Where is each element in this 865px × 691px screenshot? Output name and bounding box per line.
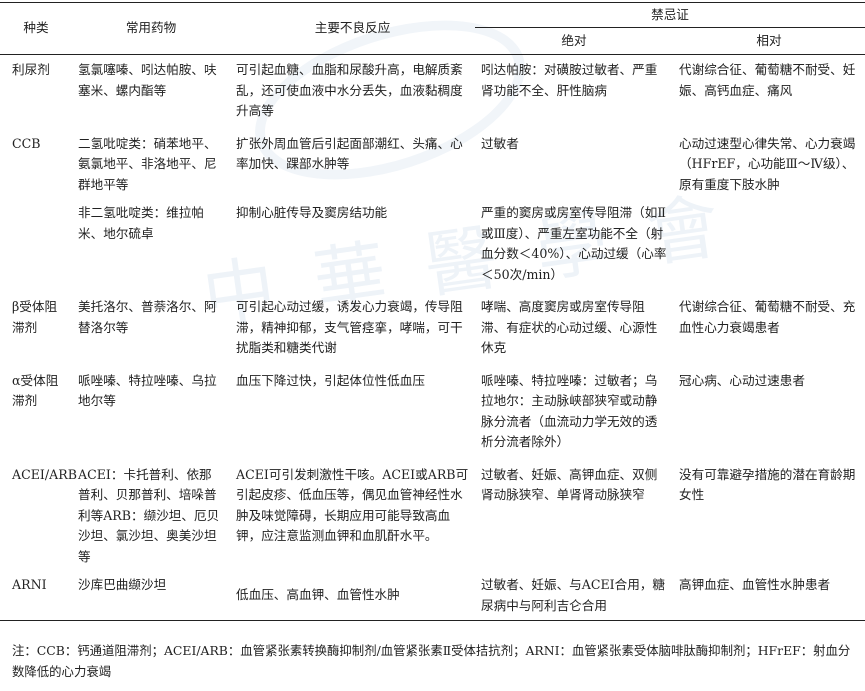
antihypertensive-drug-table: 种类 常用药物 主要不良反应 禁忌证 绝对 相对 利尿剂 氢氯噻嗪、吲达帕胺、呋…: [0, 2, 865, 621]
table-row: ACEI/ARB ACEI：卡托普利、依那普利、贝那普利、培哚普利等ARB：缬沙…: [0, 457, 865, 572]
cell-adverse: 扩张外周血管后引起面部潮红、头痛、心率加快、踝部水肿等: [236, 135, 463, 172]
cell-drugs: 非二氢吡啶类：维拉帕米、地尔硫卓: [78, 205, 204, 241]
header-category: 种类: [0, 2, 72, 55]
cell-drugs: 沙库巴曲缬沙坦: [72, 571, 230, 621]
cell-absolute: 过敏者、妊娠、高钾血症、双侧肾动脉狭窄、单肾肾动脉狭窄: [481, 466, 658, 503]
cell-adverse: ACEI可引发刺激性干咳。ACEI或ARB可引起皮疹、低血压等，偶见血管神经性水…: [236, 466, 469, 544]
cell-adverse: 可引起心动过缓，诱发心力衰竭，传导阻滞，精神抑郁，支气管痉挛，哮喘，可干扰脂类和…: [236, 299, 463, 355]
cell-drugs: ACEI：卡托普利、依那普利、贝那普利、培哚普利等ARB：缬沙坦、厄贝沙坦、氯沙…: [78, 466, 220, 564]
cell-absolute: 过敏者: [481, 135, 519, 151]
table-row: β受体阻滞剂 美托洛尔、普萘洛尔、阿替洛尔等 可引起心动过缓，诱发心力衰竭，传导…: [0, 289, 865, 363]
cell-relative: [673, 199, 865, 289]
cell-category: α受体阻滞剂: [12, 372, 59, 409]
cell-adverse: 可引起血糖、血脂和尿酸升高，电解质紊乱，还可使血液中水分丢失，血液黏稠度升高等: [236, 62, 463, 118]
cell-drugs: 二氢吡啶类：硝苯地平、氨氯地平、非洛地平、尼群地平等: [78, 135, 217, 192]
cell-relative: 代谢综合征、葡萄糖不耐受、妊娠、高钙血症、痛风: [679, 62, 856, 98]
cell-relative: 心动过速型心律失常、心力衰竭（HFrEF，心功能Ⅲ～Ⅳ级）、原有重度下肢水肿: [679, 135, 856, 192]
cell-absolute: 严重的窦房或房室传导阻滞（如Ⅱ或Ⅲ度）、严重左室功能不全（射血分数＜40%）、心…: [481, 205, 667, 282]
cell-relative: 高钾血症、血管性水肿患者: [673, 571, 865, 621]
cell-drugs: 哌唑嗪、特拉唑嗪、乌拉地尔等: [78, 372, 217, 409]
cell-absolute: 哌唑嗪、特拉唑嗪：过敏者；乌拉地尔：主动脉峡部狭窄或动静脉分流者（血流动力学无效…: [481, 372, 658, 450]
table-row: α受体阻滞剂 哌唑嗪、特拉唑嗪、乌拉地尔等 血压下降过快，引起体位性低血压 哌唑…: [0, 363, 865, 457]
cell-adverse: 抑制心脏传导及窦房结功能: [236, 205, 388, 220]
table-footnote: 注：CCB：钙通道阻滞剂；ACEI/ARB：血管紧张素转换酶抑制剂/血管紧张素Ⅱ…: [12, 643, 851, 679]
cell-category: ACEI/ARB: [12, 466, 77, 482]
cell-absolute: 过敏者、妊娠、与ACEI合用，糖尿病中与阿利吉仑合用: [475, 571, 673, 621]
cell-category: ARNI: [0, 571, 72, 621]
cell-absolute: 哮喘、高度窦房或房室传导阻滞、有症状的心动过缓、心源性休克: [481, 299, 658, 355]
cell-relative: 冠心病、心动过速患者: [679, 372, 805, 388]
table-row: CCB 二氢吡啶类：硝苯地平、氨氯地平、非洛地平、尼群地平等 扩张外周血管后引起…: [0, 126, 865, 200]
cell-category: β受体阻滞剂: [12, 299, 58, 335]
header-relative: 相对: [673, 27, 865, 55]
cell-adverse: 低血压、高血钾、血管性水肿: [230, 571, 475, 621]
cell-relative: 没有可靠避孕措施的潜在育龄期女性: [679, 466, 856, 503]
header-drugs: 常用药物: [72, 2, 230, 55]
header-adverse: 主要不良反应: [230, 2, 475, 55]
cell-category: 利尿剂: [12, 62, 50, 77]
table-row: 非二氢吡啶类：维拉帕米、地尔硫卓 抑制心脏传导及窦房结功能 严重的窦房或房室传导…: [0, 199, 865, 289]
cell-drugs: 美托洛尔、普萘洛尔、阿替洛尔等: [78, 299, 217, 335]
header-absolute: 绝对: [475, 27, 673, 55]
cell-absolute: 吲达帕胺：对磺胺过敏者、严重肾功能不全、肝性脑病: [481, 62, 658, 98]
cell-category: [0, 199, 72, 289]
table-row: 利尿剂 氢氯噻嗪、吲达帕胺、呋塞米、螺内酯等 可引起血糖、血脂和尿酸升高，电解质…: [0, 55, 865, 126]
cell-drugs: 氢氯噻嗪、吲达帕胺、呋塞米、螺内酯等: [78, 62, 217, 98]
table-row: ARNI 沙库巴曲缬沙坦 低血压、高血钾、血管性水肿 过敏者、妊娠、与ACEI合…: [0, 571, 865, 621]
cell-relative: 代谢综合征、葡萄糖不耐受、充血性心力衰竭患者: [679, 299, 856, 335]
cell-category: CCB: [12, 135, 41, 151]
cell-adverse: 血压下降过快，引起体位性低血压: [236, 372, 425, 388]
header-contraindications: 禁忌证: [475, 2, 865, 28]
